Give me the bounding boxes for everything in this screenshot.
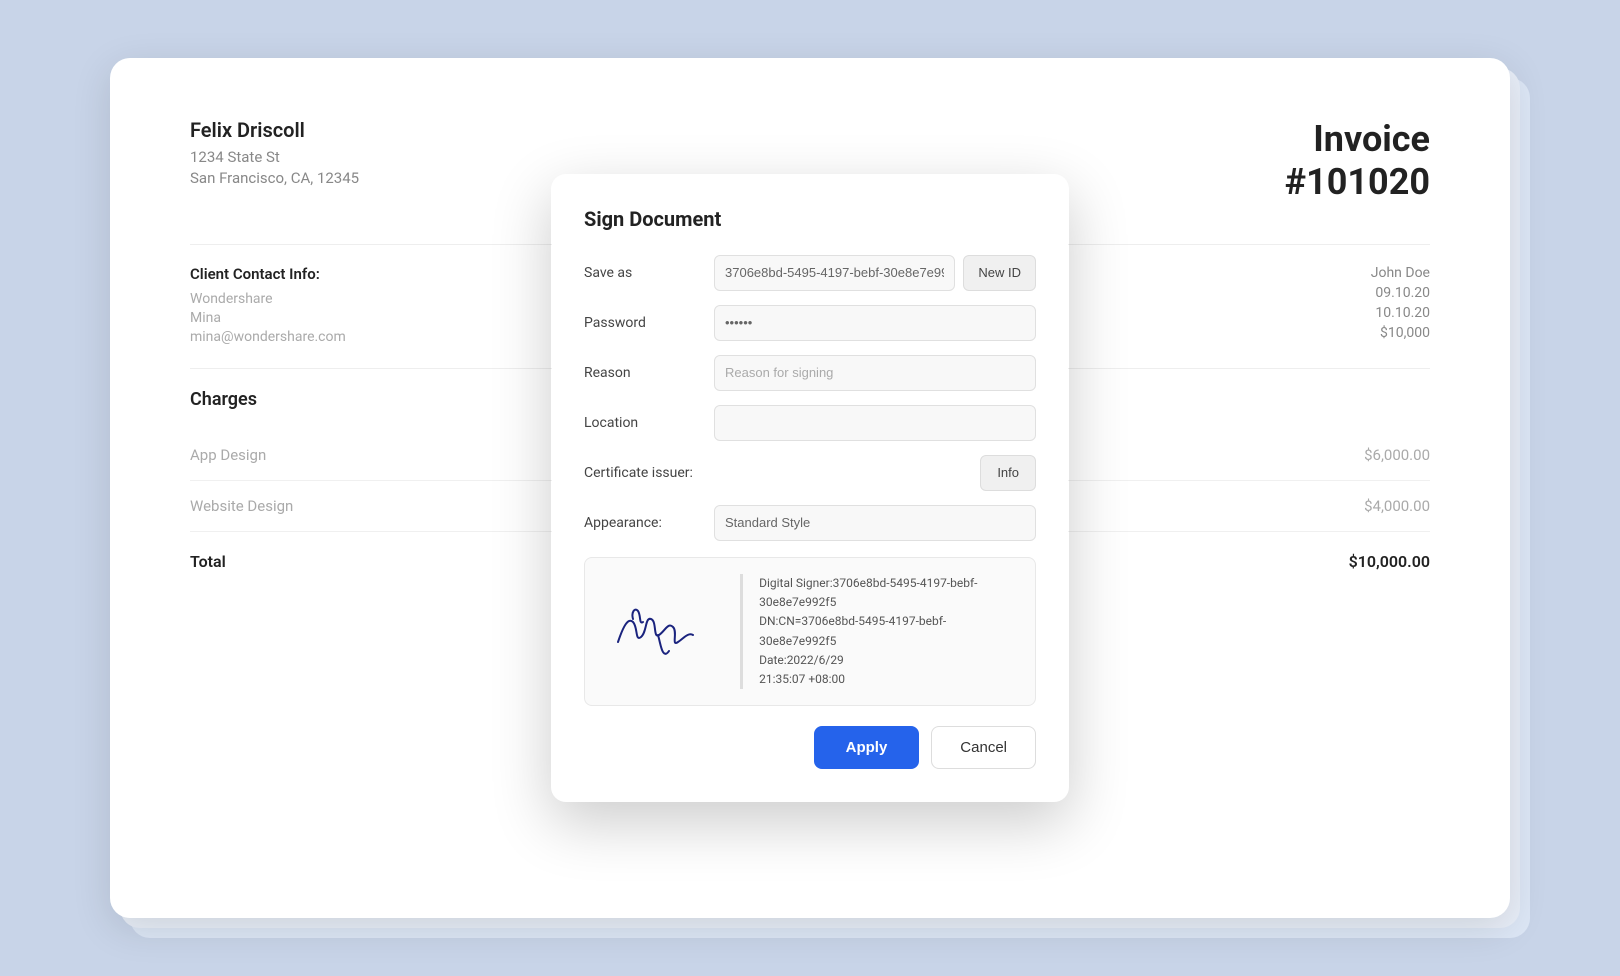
reason-label: Reason xyxy=(584,365,714,381)
signature-text: Digital Signer:3706e8bd-5495-4197-bebf-3… xyxy=(740,574,1019,689)
password-row: Password xyxy=(584,305,1036,341)
sign-document-modal: Sign Document Save as New ID Password xyxy=(550,173,1070,803)
password-input[interactable] xyxy=(714,305,1036,341)
appearance-label: Appearance: xyxy=(584,515,714,531)
save-as-input[interactable] xyxy=(714,255,955,291)
save-as-label: Save as xyxy=(584,265,714,281)
appearance-input[interactable] xyxy=(714,505,1036,541)
sig-digital-signer: Digital Signer:3706e8bd-5495-4197-bebf-3… xyxy=(759,574,1019,612)
appearance-input-wrapper xyxy=(714,505,1036,541)
page-wrapper: Felix Driscoll 1234 State St San Francis… xyxy=(110,58,1510,918)
modal-overlay: Sign Document Save as New ID Password xyxy=(110,58,1510,918)
info-button[interactable]: Info xyxy=(980,455,1036,491)
reason-input[interactable] xyxy=(714,355,1036,391)
modal-actions: Apply Cancel xyxy=(584,726,1036,769)
sig-date: Date:2022/6/29 xyxy=(759,651,1019,670)
sig-time: 21:35:07 +08:00 xyxy=(759,670,1019,689)
location-label: Location xyxy=(584,415,714,431)
signature-image xyxy=(601,592,724,672)
reason-row: Reason xyxy=(584,355,1036,391)
location-row: Location xyxy=(584,405,1036,441)
sig-dn: DN:CN=3706e8bd-5495-4197-bebf-30e8e7e992… xyxy=(759,612,1019,650)
cert-issuer-label: Certificate issuer: xyxy=(584,465,714,481)
signature-svg xyxy=(603,597,723,667)
location-input-wrapper xyxy=(714,405,1036,441)
password-input-wrapper xyxy=(714,305,1036,341)
signature-preview: Digital Signer:3706e8bd-5495-4197-bebf-3… xyxy=(584,557,1036,706)
location-input[interactable] xyxy=(714,405,1036,441)
password-label: Password xyxy=(584,315,714,331)
apply-button[interactable]: Apply xyxy=(814,726,920,769)
modal-title: Sign Document xyxy=(584,207,1036,231)
reason-input-wrapper xyxy=(714,355,1036,391)
new-id-button[interactable]: New ID xyxy=(963,255,1036,291)
save-as-row: Save as New ID xyxy=(584,255,1036,291)
save-as-input-wrapper: New ID xyxy=(714,255,1036,291)
cancel-button[interactable]: Cancel xyxy=(931,726,1036,769)
appearance-row: Appearance: xyxy=(584,505,1036,541)
invoice-card: Felix Driscoll 1234 State St San Francis… xyxy=(110,58,1510,918)
cert-issuer-row: Certificate issuer: Info xyxy=(584,455,1036,491)
